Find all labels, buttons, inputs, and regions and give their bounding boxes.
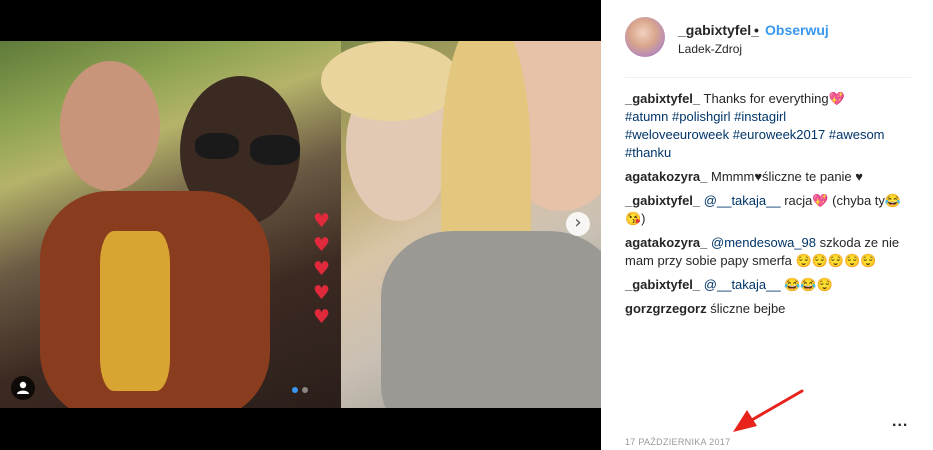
hashtag-link[interactable]: #polishgirl [672, 109, 731, 124]
comment-username-link[interactable]: _gabixtyfel_ [625, 91, 700, 106]
separator-dot: • [754, 22, 759, 38]
follow-button[interactable]: Obserwuj [765, 22, 829, 38]
post-media: ♥ ♥ ♥ ♥ ♥ › [0, 0, 601, 450]
carousel-indicator [292, 387, 308, 393]
header-divider [625, 77, 911, 78]
location-link[interactable]: Ladek-Zdroj [678, 42, 742, 56]
carousel-dot [292, 387, 298, 393]
hashtag-link[interactable]: #thanku [625, 145, 671, 160]
hashtag-link[interactable]: #euroweek2017 [733, 127, 826, 142]
heart-icon: ♥ [313, 210, 331, 232]
comment-username-link[interactable]: _gabixtyfel_ [625, 193, 700, 208]
shirt-pattern-shape [100, 231, 170, 391]
user-icon [17, 381, 29, 394]
comment-text: śliczne bejbe [710, 301, 786, 316]
heart-icon: ♥ [313, 258, 331, 280]
heart-icon: ♥ [313, 306, 331, 328]
comment-item: gorzgrzegorz śliczne bejbe [625, 300, 915, 318]
mention-link[interactable]: @__takaja__ [704, 193, 781, 208]
tagged-users-button[interactable] [11, 376, 35, 400]
comment-text: Mmmm♥śliczne te panie ♥ [711, 169, 863, 184]
post-photo[interactable]: ♥ ♥ ♥ ♥ ♥ [0, 41, 601, 408]
comment-username-link[interactable]: agatakozyra_ [625, 169, 707, 184]
photo-left-panel [0, 41, 341, 408]
more-options-button[interactable]: ... [892, 413, 908, 431]
username-link[interactable]: _gabixtyfel_ [678, 22, 759, 38]
post-date[interactable]: 17 PAŹDZIERNIKA 2017 [625, 437, 730, 447]
comment-item: _gabixtyfel_ @__takaja__ racja💖 (chyba t… [625, 192, 915, 228]
comment-username-link[interactable]: gorzgrzegorz [625, 301, 707, 316]
comment-item: agatakozyra_ @mendesowa_98 szkoda ze nie… [625, 234, 915, 270]
sunglasses-shape [195, 133, 239, 159]
comment-text: 😂😂😌 [780, 277, 833, 292]
hashtag-link[interactable]: #instagirl [734, 109, 786, 124]
mention-link[interactable]: @__takaja__ [704, 277, 781, 292]
sunglasses-shape [250, 135, 300, 165]
carousel-dot [302, 387, 308, 393]
sweater-shape [381, 231, 601, 408]
hashtag-link[interactable]: #atumn [625, 109, 668, 124]
photo-right-panel [321, 41, 601, 408]
comment-text: Thanks for everything💖 [703, 91, 845, 106]
comment-username-link[interactable]: _gabixtyfel_ [625, 277, 700, 292]
comment-item: _gabixtyfel_ @__takaja__ 😂😂😌 [625, 276, 915, 294]
hashtag-link[interactable]: #weloveeuroweek [625, 127, 729, 142]
post-sidebar: _gabixtyfel_ • Obserwuj Ladek-Zdroj _gab… [601, 0, 933, 450]
heart-stickers: ♥ ♥ ♥ ♥ ♥ [313, 211, 330, 327]
hashtag-link[interactable]: #awesom [829, 127, 885, 142]
annotation-arrow-icon [733, 389, 804, 432]
avatar[interactable] [625, 17, 665, 57]
post-header: _gabixtyfel_ • Obserwuj Ladek-Zdroj [601, 0, 933, 78]
heart-icon: ♥ [313, 234, 331, 256]
face-shape [60, 61, 160, 191]
comment-item: _gabixtyfel_ Thanks for everything💖 #atum… [625, 90, 915, 162]
heart-icon: ♥ [313, 282, 331, 304]
comment-list: _gabixtyfel_ Thanks for everything💖 #atum… [625, 90, 915, 324]
mention-link[interactable]: @mendesowa_98 [711, 235, 816, 250]
carousel-next-button[interactable]: › [566, 212, 590, 236]
comment-username-link[interactable]: agatakozyra_ [625, 235, 707, 250]
hair-shape [321, 41, 461, 121]
comment-item: agatakozyra_ Mmmm♥śliczne te panie ♥ [625, 168, 915, 186]
